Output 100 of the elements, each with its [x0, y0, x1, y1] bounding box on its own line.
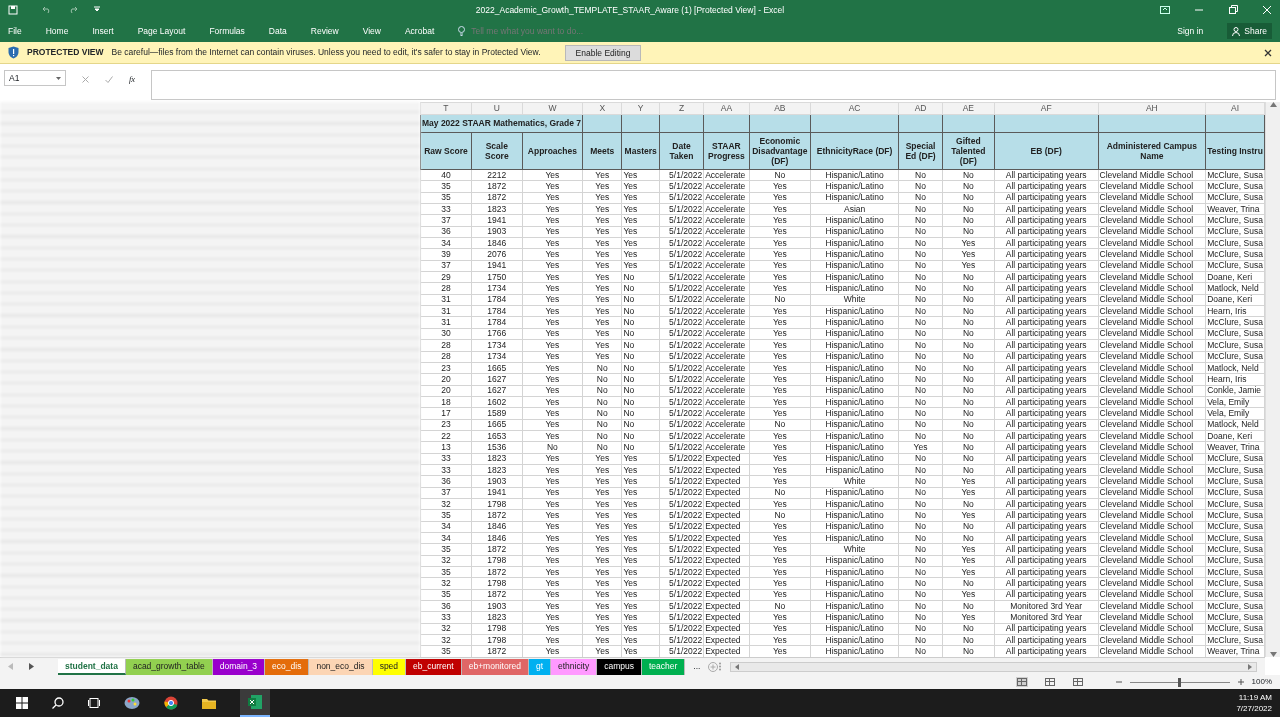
ribbon-tab[interactable]: File [8, 24, 22, 38]
table-cell: No [898, 385, 943, 397]
palette-icon[interactable] [124, 696, 140, 710]
ribbon-tab[interactable]: Review [310, 24, 339, 38]
scroll-left-icon[interactable] [735, 663, 740, 670]
horizontal-scrollbar[interactable] [730, 661, 1257, 672]
check-icon[interactable] [105, 75, 113, 83]
table-cell: Yes [621, 260, 660, 272]
sheet-tab[interactable]: ethnicity [551, 658, 598, 675]
column-letter[interactable]: AH [1098, 102, 1206, 115]
vertical-scrollbar[interactable] [1265, 102, 1280, 657]
normal-view-icon[interactable] [1015, 677, 1028, 687]
close-icon[interactable] [1264, 48, 1272, 57]
ribbon-tab[interactable]: Insert [92, 24, 114, 38]
ribbon-display-icon[interactable] [1160, 6, 1170, 14]
sheet-tab[interactable]: campus [597, 658, 642, 675]
search-icon[interactable] [52, 697, 64, 709]
table-cell: Yes [522, 214, 583, 227]
table-cell: All participating years [994, 373, 1099, 386]
scroll-up-icon[interactable] [1269, 102, 1277, 107]
table-cell: No [898, 532, 943, 544]
table-cell: 1784 [471, 305, 523, 317]
table-cell: No [898, 169, 943, 181]
table-cell: Doane, Keri [1205, 294, 1265, 306]
column-letter[interactable]: AF [994, 102, 1099, 115]
column-letter[interactable]: AC [810, 102, 899, 115]
tell-me-field[interactable]: Tell me what you want to do... [458, 23, 620, 39]
customize-icon[interactable] [94, 6, 100, 12]
table-cell: 35 [420, 180, 472, 193]
excel-taskbar-button[interactable] [240, 689, 270, 717]
column-letter[interactable]: Z [659, 102, 704, 115]
table-cell: Yes [582, 214, 622, 227]
ribbon-tab[interactable]: Home [45, 24, 69, 38]
table-cell: Yes [582, 498, 622, 510]
table-cell: No [942, 214, 995, 227]
slider-thumb[interactable] [1178, 677, 1182, 687]
maximize-icon[interactable] [1228, 5, 1238, 15]
undo-icon[interactable] [42, 6, 52, 14]
sheet-tab[interactable]: domain_3 [212, 658, 266, 675]
table-cell: 5/1/2022 [659, 203, 704, 215]
sheet-tab[interactable]: sped [372, 658, 407, 675]
ribbon-tab[interactable]: View [362, 24, 381, 38]
table-cell: McClure, Susa [1205, 509, 1265, 522]
column-letter[interactable]: U [471, 102, 523, 115]
column-letter[interactable]: AA [703, 102, 750, 115]
browser-icon[interactable] [164, 696, 178, 710]
table-cell: Yes [522, 169, 583, 181]
task-view-icon[interactable] [88, 697, 100, 709]
table-cell: Hearn, Iris [1205, 373, 1265, 386]
column-letter[interactable]: AB [749, 102, 811, 115]
table-cell: No [749, 509, 811, 522]
table-cell: 1734 [471, 339, 523, 351]
table-cell: Expected [703, 623, 750, 635]
column-letter[interactable]: AE [942, 102, 995, 115]
table-cell: Accelerate [703, 294, 750, 306]
ribbon-tab[interactable]: Formulas [209, 24, 245, 38]
table-cell: Yes [582, 226, 622, 238]
column-letter[interactable]: T [420, 102, 472, 115]
ribbon-tab[interactable]: Data [268, 24, 287, 38]
column-letter[interactable]: AI [1205, 102, 1265, 115]
table-cell: 31 [420, 316, 472, 329]
table-cell: Cleveland Middle School [1098, 589, 1206, 601]
taskbar-clock[interactable]: 11:19 AM 7/27/2022 [1236, 692, 1280, 714]
scroll-right-icon[interactable] [29, 663, 34, 670]
enable-editing-button[interactable]: Enable Editing [564, 44, 642, 61]
table-cell: All participating years [994, 566, 1099, 578]
table-cell: No [621, 294, 660, 306]
page-break-icon[interactable] [1071, 677, 1084, 687]
formula-input[interactable] [151, 70, 1276, 100]
sign-in-link[interactable]: Sign in [1177, 24, 1204, 38]
windows-start-icon[interactable] [16, 697, 28, 709]
table-cell: Cleveland Middle School [1098, 260, 1206, 272]
more-tabs-button[interactable]: ... [685, 660, 709, 673]
save-icon[interactable] [8, 5, 18, 15]
zoom-level[interactable]: 100% [1251, 676, 1272, 688]
sheet-tab[interactable]: student_data [58, 658, 126, 675]
scroll-down-icon[interactable] [1269, 652, 1277, 657]
zoom-in-icon[interactable] [1237, 679, 1244, 685]
table-cell: 1872 [471, 192, 523, 204]
page-layout-icon[interactable] [1043, 677, 1056, 687]
column-letter[interactable]: AD [898, 102, 943, 115]
share-button[interactable]: Share [1227, 22, 1272, 40]
sheet-tab[interactable]: non_eco_dis [309, 658, 373, 675]
scroll-right-icon[interactable] [1248, 663, 1252, 670]
redo-icon[interactable] [68, 6, 78, 14]
insert-function-button[interactable]: fx [129, 72, 136, 86]
ribbon-tab[interactable]: Page Layout [137, 24, 186, 38]
table-cell: 1798 [471, 623, 523, 635]
ribbon-tab[interactable]: Acrobat [404, 24, 435, 38]
table-cell: No [942, 453, 995, 465]
folder-icon[interactable] [202, 697, 216, 709]
sheet-tab[interactable]: eb_current [406, 658, 462, 675]
column-letter[interactable]: Y [621, 102, 660, 115]
name-box[interactable]: A1 [4, 70, 66, 86]
table-cell: Accelerate [703, 214, 750, 227]
column-letter[interactable]: X [582, 102, 622, 115]
table-cell: Yes [749, 385, 811, 397]
column-letter[interactable]: W [522, 102, 583, 115]
sheet-tab[interactable]: acad_growth_table [125, 658, 213, 675]
table-cell: 1784 [471, 316, 523, 329]
